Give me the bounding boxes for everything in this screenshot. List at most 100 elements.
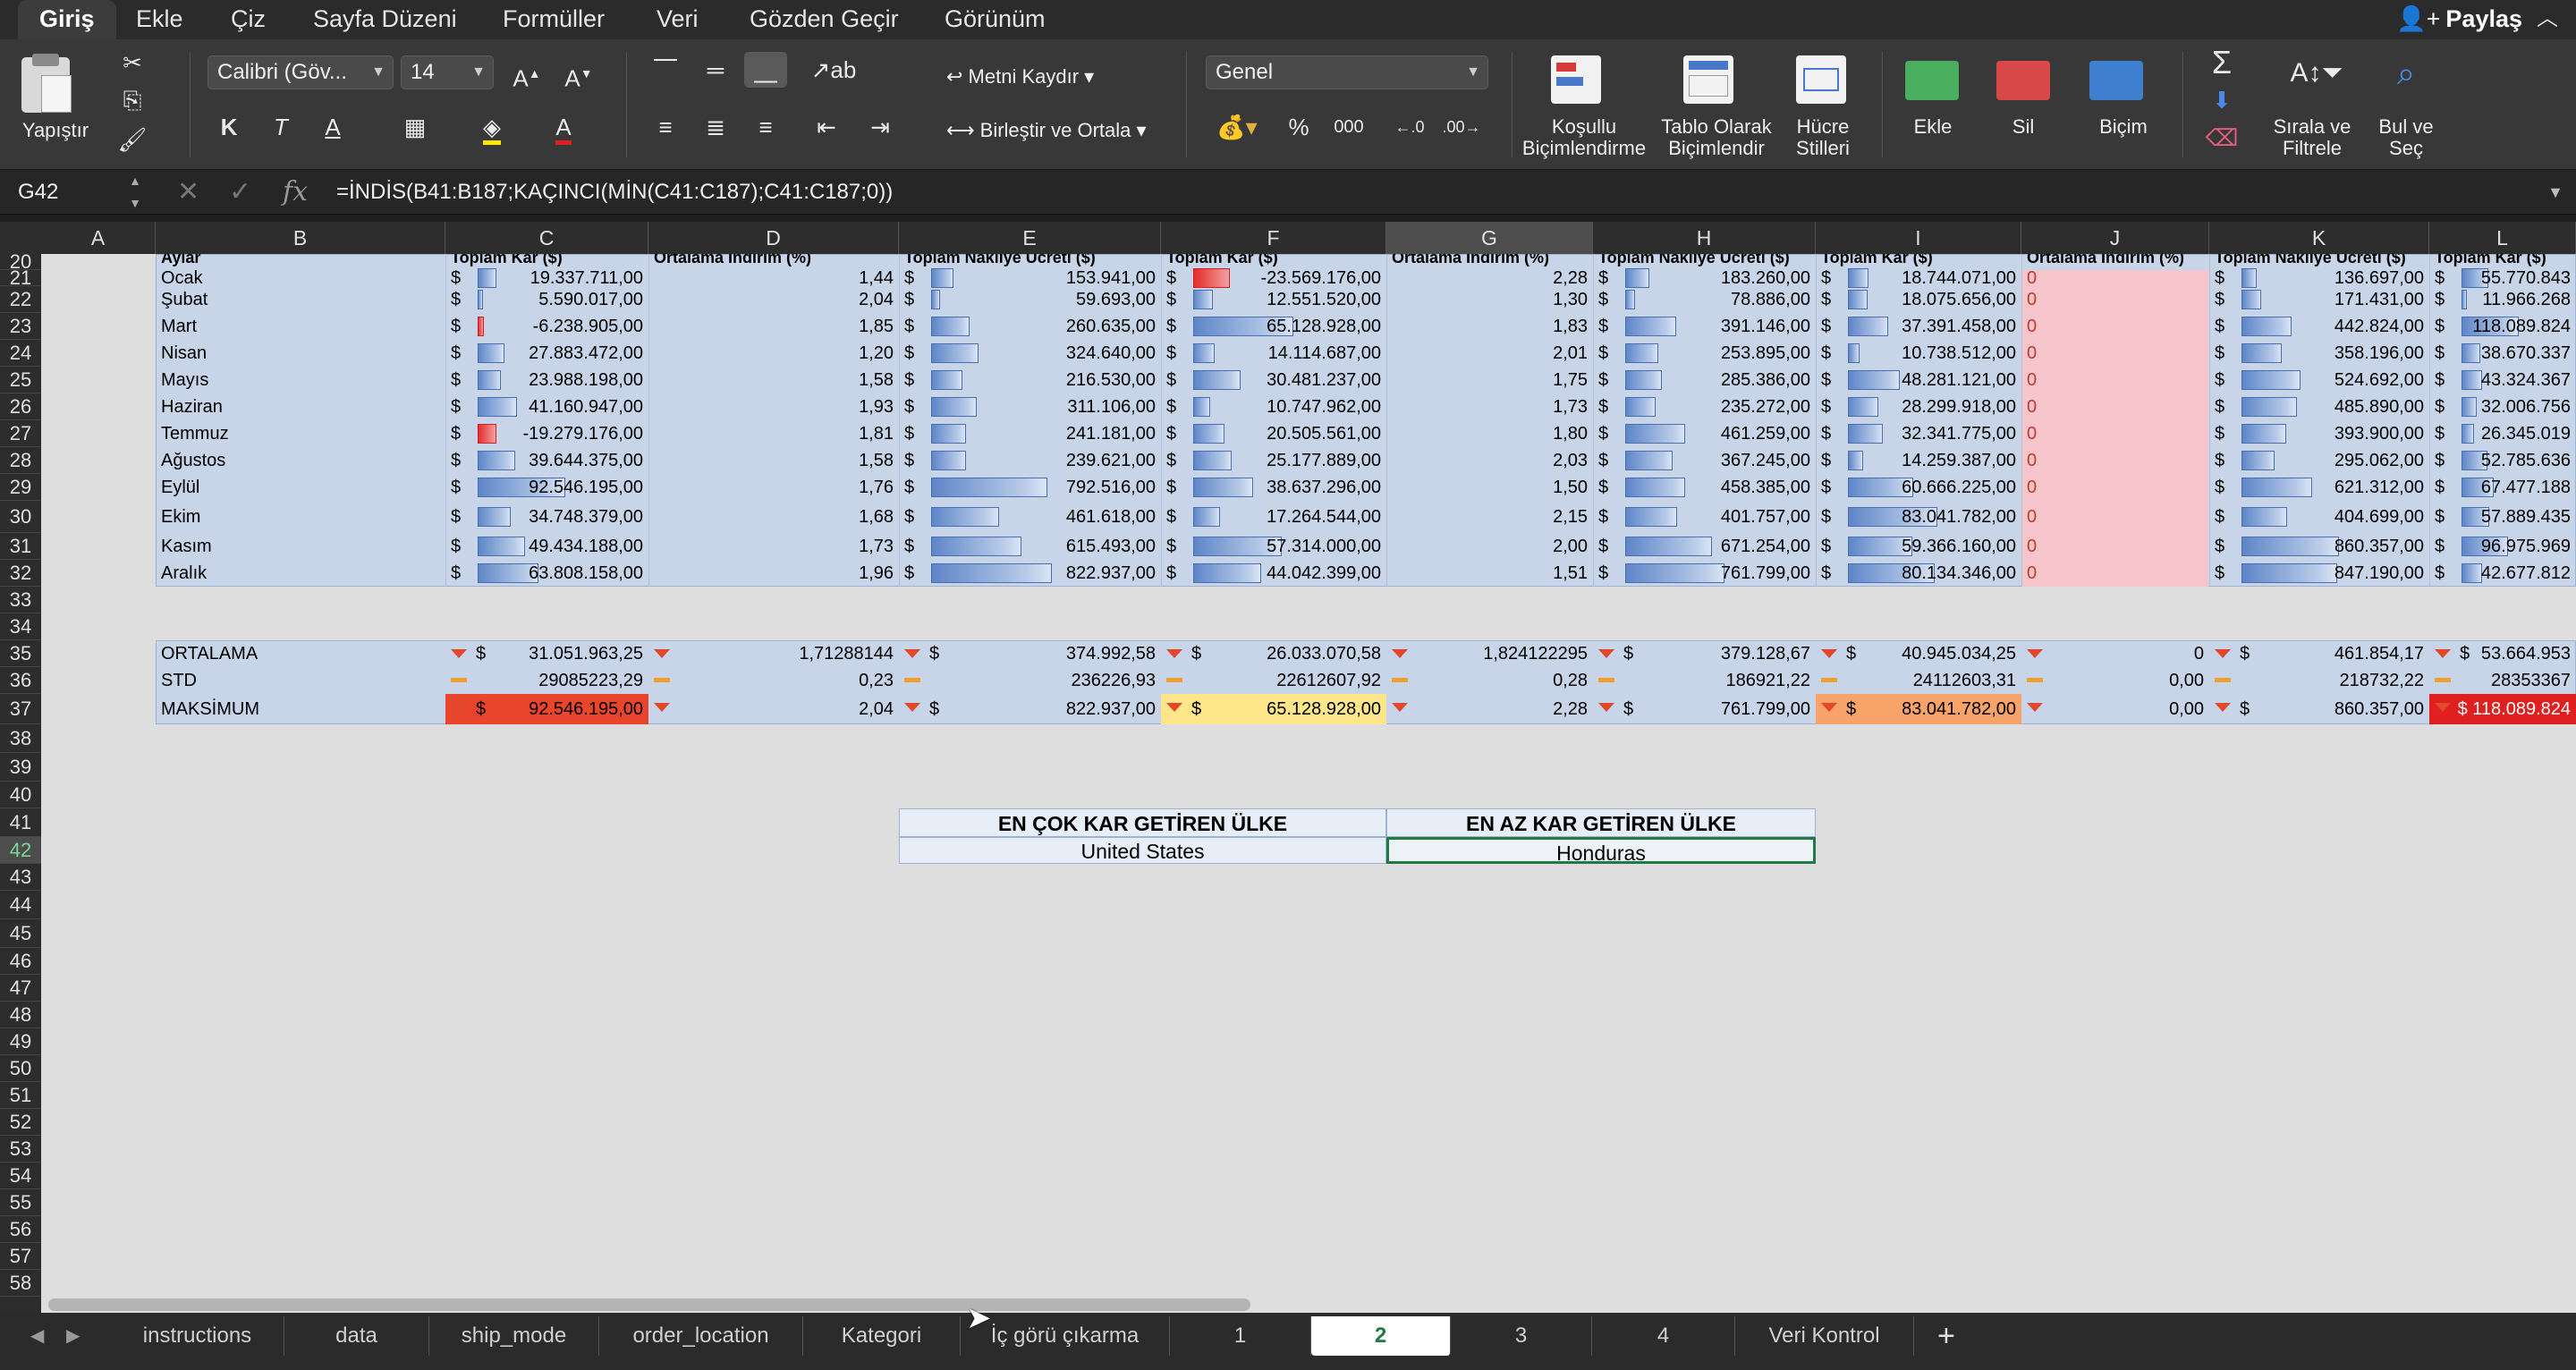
- row-header-41[interactable]: 41: [0, 808, 41, 837]
- least-profit-country-label[interactable]: EN AZ KAR GETİREN ÜLKE: [1386, 808, 1816, 837]
- align-middle-icon[interactable]: ═: [694, 52, 737, 88]
- increase-indent-icon[interactable]: ⇥: [859, 109, 902, 145]
- sort-filter-icon[interactable]: A↕⏷: [2286, 55, 2347, 91]
- row-header-50[interactable]: 50: [0, 1055, 41, 1082]
- row-header-52[interactable]: 52: [0, 1109, 41, 1136]
- align-left-icon[interactable]: ≡: [644, 109, 687, 145]
- row-header-44[interactable]: 44: [0, 891, 41, 919]
- row-header-33[interactable]: 33: [0, 587, 41, 613]
- fill-color-icon[interactable]: ◈: [465, 109, 519, 145]
- row-header-40[interactable]: 40: [0, 782, 41, 808]
- row-header-56[interactable]: 56: [0, 1216, 41, 1243]
- add-sheet-button[interactable]: +: [1937, 1316, 1955, 1356]
- align-bottom-icon[interactable]: ⎽: [744, 52, 787, 88]
- sheet-tab-data[interactable]: data: [284, 1316, 429, 1356]
- sheet-tab-3[interactable]: 3: [1451, 1316, 1592, 1356]
- row-header-49[interactable]: 49: [0, 1028, 41, 1055]
- find-select-button[interactable]: Bul ve Seç: [2365, 116, 2447, 159]
- row-header-39[interactable]: 39: [0, 753, 41, 782]
- row-header-22[interactable]: 22: [0, 286, 41, 313]
- wrap-text-button[interactable]: ↩ Metni Kaydır ▾: [946, 66, 1094, 88]
- row-header-43[interactable]: 43: [0, 864, 41, 891]
- delete-button[interactable]: Sil: [1989, 116, 2057, 138]
- align-center-icon[interactable]: ≣: [694, 109, 737, 145]
- sheet-tab-order-location[interactable]: order_location: [599, 1316, 803, 1356]
- row-header-45[interactable]: 45: [0, 919, 41, 948]
- row-header-53[interactable]: 53: [0, 1136, 41, 1163]
- orientation-icon[interactable]: ↗ab: [805, 52, 862, 88]
- horizontal-scrollbar[interactable]: [41, 1297, 2576, 1313]
- row-header-57[interactable]: 57: [0, 1243, 41, 1270]
- bold-button[interactable]: K: [208, 109, 250, 145]
- column-header-h[interactable]: H: [1593, 222, 1816, 254]
- sheet-tab-1[interactable]: 1: [1170, 1316, 1311, 1356]
- align-top-icon[interactable]: ⎺: [644, 52, 687, 88]
- row-header-54[interactable]: 54: [0, 1163, 41, 1189]
- row-header-51[interactable]: 51: [0, 1082, 41, 1109]
- row-header-30[interactable]: 30: [0, 501, 41, 533]
- sheet-tab-kategori[interactable]: Kategori: [803, 1316, 961, 1356]
- tab-data[interactable]: Veri: [657, 0, 699, 39]
- cell-styles-button[interactable]: Hücre Stilleri: [1780, 116, 1866, 159]
- name-box[interactable]: G42 ▲ ▼: [0, 170, 152, 215]
- percent-button[interactable]: %: [1277, 109, 1320, 145]
- column-header-e[interactable]: E: [899, 222, 1161, 254]
- column-header-j[interactable]: J: [2021, 222, 2209, 254]
- find-icon[interactable]: ⌕: [2379, 55, 2433, 91]
- scissors-icon[interactable]: ✂: [111, 45, 154, 80]
- insert-button[interactable]: Ekle: [1893, 116, 1973, 138]
- column-header-f[interactable]: F: [1161, 222, 1386, 254]
- row-header-35[interactable]: 35: [0, 640, 41, 667]
- row-header-32[interactable]: 32: [0, 560, 41, 587]
- row-header-42[interactable]: 42: [0, 837, 41, 864]
- row-header-37[interactable]: 37: [0, 694, 41, 724]
- conditional-format-icon[interactable]: [1551, 55, 1601, 104]
- sheet-tab-ship-mode[interactable]: ship_mode: [429, 1316, 599, 1356]
- row-header-48[interactable]: 48: [0, 1002, 41, 1028]
- insert-function-icon[interactable]: fx: [283, 170, 308, 215]
- italic-button[interactable]: T: [259, 109, 302, 145]
- sheet-grid[interactable]: Aylar Toplam Kar ($) Ortalama İndirim (%) T…: [41, 254, 2576, 1313]
- tab-formulas[interactable]: Formüller: [503, 0, 605, 39]
- row-header-24[interactable]: 24: [0, 340, 41, 367]
- column-header-a[interactable]: A: [41, 222, 156, 254]
- decrease-decimal-icon[interactable]: .00→: [1440, 109, 1483, 145]
- column-header-b[interactable]: B: [156, 222, 445, 254]
- merge-center-button[interactable]: ⟷ Birleştir ve Ortala ▾: [946, 120, 1147, 141]
- borders-icon[interactable]: ▦: [388, 109, 442, 145]
- least-profit-country-value[interactable]: Honduras: [1386, 837, 1816, 864]
- most-profit-country-label[interactable]: EN ÇOK KAR GETİREN ÜLKE: [899, 808, 1386, 837]
- increase-font-icon[interactable]: A▲: [504, 55, 549, 92]
- accounting-format-icon[interactable]: 💰▾: [1206, 109, 1268, 145]
- scrollbar-thumb[interactable]: [48, 1298, 1250, 1311]
- tab-view[interactable]: Görünüm: [945, 0, 1046, 39]
- clipboard-icon[interactable]: [21, 54, 72, 113]
- font-size-select[interactable]: 14 ▼: [401, 55, 494, 89]
- sort-filter-button[interactable]: Sırala ve Filtrele: [2263, 116, 2361, 159]
- row-header-34[interactable]: 34: [0, 613, 41, 640]
- row-header-29[interactable]: 29: [0, 474, 41, 501]
- confirm-formula-icon[interactable]: ✓: [229, 170, 251, 215]
- decrease-indent-icon[interactable]: ⇤: [805, 109, 848, 145]
- row-header-27[interactable]: 27: [0, 420, 41, 447]
- delete-cells-icon[interactable]: [1996, 61, 2050, 100]
- cancel-formula-icon[interactable]: ✕: [177, 170, 199, 215]
- column-header-g[interactable]: G: [1386, 222, 1593, 254]
- tab-review[interactable]: Gözden Geçir: [750, 0, 899, 39]
- format-cells-icon[interactable]: [2089, 61, 2143, 100]
- sheet-tab-4[interactable]: 4: [1592, 1316, 1735, 1356]
- row-header-26[interactable]: 26: [0, 393, 41, 420]
- column-header-l[interactable]: L: [2429, 222, 2576, 254]
- sheet-tab-2[interactable]: 2: [1311, 1316, 1451, 1356]
- row-header-38[interactable]: 38: [0, 724, 41, 753]
- font-name-select[interactable]: Calibri (Göv... ▼: [208, 55, 394, 89]
- format-painter-icon[interactable]: 🖌: [111, 122, 154, 157]
- row-header-25[interactable]: 25: [0, 367, 41, 393]
- row-header-28[interactable]: 28: [0, 447, 41, 474]
- autosum-icon[interactable]: Σ: [2200, 45, 2243, 80]
- clear-icon[interactable]: ⌫: [2200, 120, 2243, 156]
- row-header-36[interactable]: 36: [0, 667, 41, 694]
- align-right-icon[interactable]: ≡: [744, 109, 787, 145]
- row-header-47[interactable]: 47: [0, 975, 41, 1002]
- increase-decimal-icon[interactable]: ←.0: [1388, 109, 1431, 145]
